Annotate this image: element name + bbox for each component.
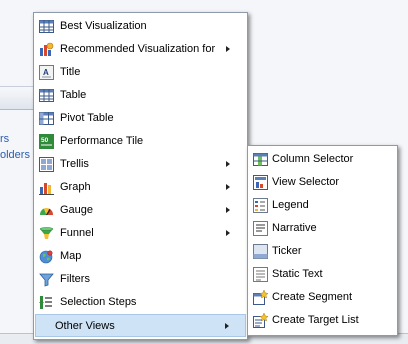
submenu-item-create-segment[interactable]: Create Segment [249,286,396,309]
submenu-item-label: Legend [272,199,309,211]
graph-icon [39,180,54,195]
map-icon [39,249,54,264]
submenu-item-narrative[interactable]: Narrative [249,217,396,240]
menu-item-performance-tile[interactable]: 50 Performance Tile [35,130,246,153]
menu-item-recommended-visualization[interactable]: Recommended Visualization for [35,38,246,61]
create-segment-icon [253,289,269,305]
selection-steps-icon [39,295,54,310]
background-link-fragment[interactable]: olders [0,149,30,161]
menu-item-trellis[interactable]: Trellis [35,153,246,176]
menu-item-filters[interactable]: Filters [35,268,246,291]
menu-item-graph[interactable]: Graph [35,176,246,199]
menu-item-table[interactable]: Table [35,84,246,107]
create-target-list-icon [253,312,269,328]
ticker-icon [253,244,268,259]
menu-item-label: Other Views [55,320,115,332]
submenu-item-create-target-list[interactable]: Create Target List [249,309,396,332]
menu-item-label: Recommended Visualization for [60,43,216,55]
performance-tile-icon: 50 [39,134,54,149]
submenu-arrow-icon [225,323,229,329]
submenu-item-label: Create Target List [272,314,359,326]
legend-icon [253,198,268,213]
menu-item-pivot-table[interactable]: Pivot Table [35,107,246,130]
submenu-item-label: Ticker [272,245,302,257]
static-text-icon [253,267,268,282]
submenu-item-label: View Selector [272,176,340,188]
menu-item-label: Funnel [60,227,94,239]
title-icon: A [39,65,54,80]
menu-item-selection-steps[interactable]: Selection Steps [35,291,246,314]
trellis-icon [39,157,54,172]
submenu-arrow-icon [226,230,230,236]
insert-view-menu: Best Visualization Recommended Visualiza… [33,12,248,340]
menu-item-label: Selection Steps [60,296,137,308]
pivot-table-icon [39,111,54,126]
submenu-item-column-selector[interactable]: Column Selector [249,148,396,171]
submenu-arrow-icon [226,207,230,213]
menu-item-label: Gauge [60,204,94,216]
gauge-icon [39,203,54,218]
view-selector-icon [253,175,268,190]
svg-text:A: A [43,68,49,77]
menu-item-label: Trellis [60,158,89,170]
submenu-arrow-icon [226,184,230,190]
table-icon [39,88,54,103]
menu-item-label: Filters [60,273,90,285]
background-link-fragment[interactable]: rs [0,133,9,145]
narrative-icon [253,221,268,236]
filters-icon [39,272,54,287]
submenu-item-label: Create Segment [272,291,353,303]
submenu-item-label: Static Text [272,268,323,280]
performance-tile-icon-text: 50 [41,137,49,144]
menu-item-label: Graph [60,181,91,193]
menu-item-other-views[interactable]: Other Views [35,314,246,337]
other-views-submenu: Column Selector View Selector Legend Nar… [247,145,398,336]
menu-item-label: Table [60,89,87,101]
menu-item-label: Best Visualization [60,20,147,32]
submenu-item-legend[interactable]: Legend [249,194,396,217]
submenu-item-label: Column Selector [272,153,354,165]
menu-item-title[interactable]: A Title [35,61,246,84]
menu-item-map[interactable]: Map [35,245,246,268]
menu-item-label: Pivot Table [60,112,114,124]
background-toolbar-strip [0,86,34,110]
menu-item-label: Performance Tile [60,135,144,147]
submenu-item-static-text[interactable]: Static Text [249,263,396,286]
submenu-item-view-selector[interactable]: View Selector [249,171,396,194]
menu-item-label: Map [60,250,82,262]
menu-item-best-visualization[interactable]: Best Visualization [35,15,246,38]
submenu-item-ticker[interactable]: Ticker [249,240,396,263]
menu-item-label: Title [60,66,81,78]
menu-item-gauge[interactable]: Gauge [35,199,246,222]
submenu-arrow-icon [226,46,230,52]
submenu-arrow-icon [226,161,230,167]
recommended-visualization-icon [39,42,54,57]
funnel-icon [39,226,54,241]
submenu-item-label: Narrative [272,222,317,234]
column-selector-icon [253,152,268,167]
menu-item-funnel[interactable]: Funnel [35,222,246,245]
best-visualization-icon [39,19,54,34]
